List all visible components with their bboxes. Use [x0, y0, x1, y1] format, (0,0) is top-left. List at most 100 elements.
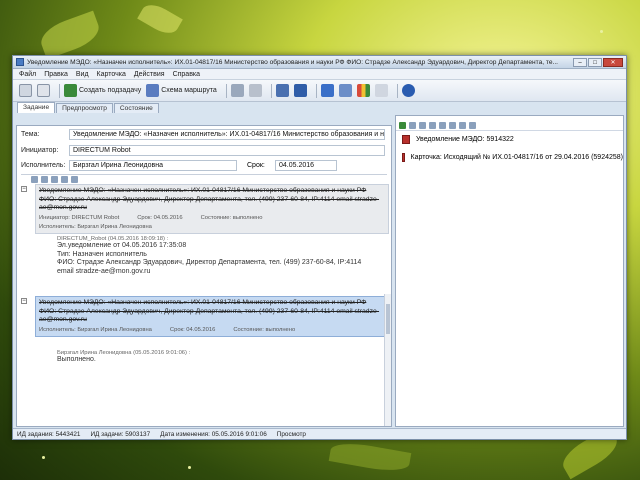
link-icon	[338, 84, 352, 97]
filter-icon[interactable]	[51, 176, 58, 183]
thread-scrollbar[interactable]	[384, 294, 391, 426]
menu-actions[interactable]: Действия	[134, 71, 165, 78]
route-scheme-button[interactable]: Схема маршрута	[146, 83, 217, 99]
link-icon[interactable]	[449, 121, 456, 129]
attachment-label: Карточка: Исходящий № ИХ.01-04817/16 от …	[410, 153, 623, 161]
message-head: Уведомление МЭДО: «Назначен исполнитель»…	[39, 299, 380, 324]
message-deadline: Срок: 04.05.2016	[169, 326, 216, 333]
tab-state[interactable]: Состояние	[113, 103, 159, 113]
route-scheme-icon	[146, 84, 160, 97]
menu-card[interactable]: Карточка	[97, 71, 126, 78]
document-icon	[402, 152, 405, 162]
list-icon	[374, 84, 388, 97]
menu-help[interactable]: Справка	[173, 71, 200, 78]
attachments-panel: Уведомление МЭДО: 5914322 Карточка: Исхо…	[395, 115, 624, 427]
deadline-label: Срок:	[247, 162, 265, 169]
check-icon	[248, 84, 262, 97]
notify-icon	[320, 84, 334, 97]
message-meta: Инициатор: DIRECTUM Robot Срок: 04.05.20…	[39, 215, 385, 222]
create-subtask-label: Создать подзадачу	[79, 87, 142, 94]
export-icon[interactable]	[459, 121, 466, 129]
menu-edit[interactable]: Правка	[44, 71, 68, 78]
comment: Бирзгал Ирина Леонидовна (05.05.2016 9:0…	[57, 350, 387, 365]
message-author: Исполнитель: Бирзгал Ирина Леонидовна	[39, 326, 152, 333]
sort-icon[interactable]	[61, 176, 68, 183]
scrollbar-thumb[interactable]	[386, 304, 390, 334]
status-mode: Просмотр	[276, 430, 306, 438]
notify-button[interactable]	[320, 83, 334, 99]
minimize-button[interactable]: –	[573, 57, 587, 67]
attachment-item[interactable]: Карточка: Исходящий № ИХ.01-04817/16 от …	[396, 149, 623, 165]
message-meta-2: Исполнитель: Бирзгал Ирина Леонидовна	[39, 224, 385, 231]
message-expander[interactable]: −	[21, 298, 27, 304]
save-close-button[interactable]	[37, 83, 50, 99]
create-subtask-button[interactable]: Создать подзадачу	[64, 83, 141, 99]
open-attachment-icon[interactable]	[409, 121, 416, 129]
attachment-item[interactable]: Уведомление МЭДО: 5914322	[396, 131, 623, 147]
print-button[interactable]	[275, 83, 289, 99]
menu-file[interactable]: Файл	[19, 71, 36, 78]
expand-all-icon[interactable]	[31, 176, 38, 183]
message-block[interactable]: Уведомление МЭДО: «Назначен исполнитель»…	[35, 184, 389, 234]
more-icon[interactable]	[469, 121, 476, 129]
tab-task[interactable]: Задание	[17, 102, 56, 113]
message-meta: Исполнитель: Бирзгал Ирина Леонидовна Ср…	[39, 327, 385, 334]
route-scheme-label: Схема маршрута	[161, 87, 217, 94]
save-button[interactable]	[19, 83, 32, 99]
topic-field[interactable]: Уведомление МЭДО: «Назначен исполнитель»…	[69, 129, 385, 140]
comment-line: Эл.уведомление от 04.05.2016 17:35:08	[57, 242, 187, 249]
executor-field[interactable]: Бирзгал Ирина Леонидовна	[69, 160, 237, 171]
executor-label: Исполнитель:	[21, 162, 66, 169]
color-button[interactable]	[356, 83, 370, 99]
comment-line: Тип: Назначен исполнитель	[57, 250, 147, 258]
menu-view[interactable]: Вид	[76, 71, 89, 78]
tab-preview[interactable]: Предпросмотр	[56, 103, 113, 113]
tab-strip: Задание Предпросмотр Состояние	[13, 102, 626, 113]
comment-line: Выполнено.	[57, 356, 96, 363]
refresh-icon[interactable]	[429, 121, 436, 129]
save-icon	[19, 84, 32, 97]
check-button[interactable]	[248, 83, 262, 99]
initiator-field[interactable]: DIRECTUM Robot	[69, 145, 385, 156]
thread-toolbar	[21, 174, 387, 183]
executor-row: Исполнитель: Бирзгал Ирина Леонидовна Ср…	[17, 159, 391, 172]
add-attachment-icon[interactable]	[399, 121, 406, 129]
view-icon[interactable]	[71, 176, 78, 183]
save-close-icon	[37, 84, 50, 97]
message-deadline: Срок: 04.05.2016	[137, 214, 183, 221]
message-state: Состояние: выполнено	[233, 326, 296, 333]
message-state: Состояние: выполнено	[200, 214, 263, 221]
message-author: Инициатор: DIRECTUM Robot	[39, 214, 120, 221]
attach-icon	[230, 84, 244, 97]
message-executor: Исполнитель: Бирзгал Ирина Леонидовна	[39, 223, 152, 230]
link-button[interactable]	[338, 83, 352, 99]
close-button[interactable]: ✕	[603, 57, 623, 67]
task-panel: Тема: Уведомление МЭДО: «Назначен исполн…	[16, 125, 392, 427]
deadline-field[interactable]: 04.05.2016	[275, 160, 337, 171]
topic-row: Тема: Уведомление МЭДО: «Назначен исполн…	[17, 128, 391, 141]
comment-line: email stradze-ae@mon.gov.ru	[57, 267, 151, 275]
maximize-button[interactable]: □	[588, 57, 602, 67]
send-button[interactable]	[293, 83, 307, 99]
thread-tools	[31, 176, 81, 183]
delete-attachment-icon[interactable]	[419, 121, 426, 129]
attachment-label: Уведомление МЭДО: 5914322	[416, 135, 514, 143]
print-icon	[275, 84, 289, 97]
initiator-row: Инициатор: DIRECTUM Robot	[17, 144, 391, 157]
color-icon	[356, 84, 370, 97]
comment: DIRECTUM_Robot (04.05.2016 18:09:18) : Э…	[57, 236, 387, 276]
help-button[interactable]	[401, 83, 415, 99]
subtask-icon	[64, 84, 77, 97]
attach-button[interactable]	[230, 83, 244, 99]
message-expander[interactable]: −	[21, 186, 27, 192]
initiator-label: Инициатор:	[21, 147, 59, 154]
status-task-id: ИД задания: 5443421	[17, 430, 81, 438]
properties-icon[interactable]	[439, 121, 446, 129]
send-icon	[293, 84, 307, 97]
window-title: Уведомление МЭДО: «Назначен исполнитель»…	[27, 58, 559, 66]
attachments-toolbar	[396, 120, 623, 131]
list-button[interactable]	[374, 83, 388, 99]
status-bar: ИД задания: 5443421 ИД задачи: 5903137 Д…	[13, 428, 626, 439]
collapse-all-icon[interactable]	[41, 176, 48, 183]
message-block[interactable]: Уведомление МЭДО: «Назначен исполнитель»…	[35, 296, 389, 337]
